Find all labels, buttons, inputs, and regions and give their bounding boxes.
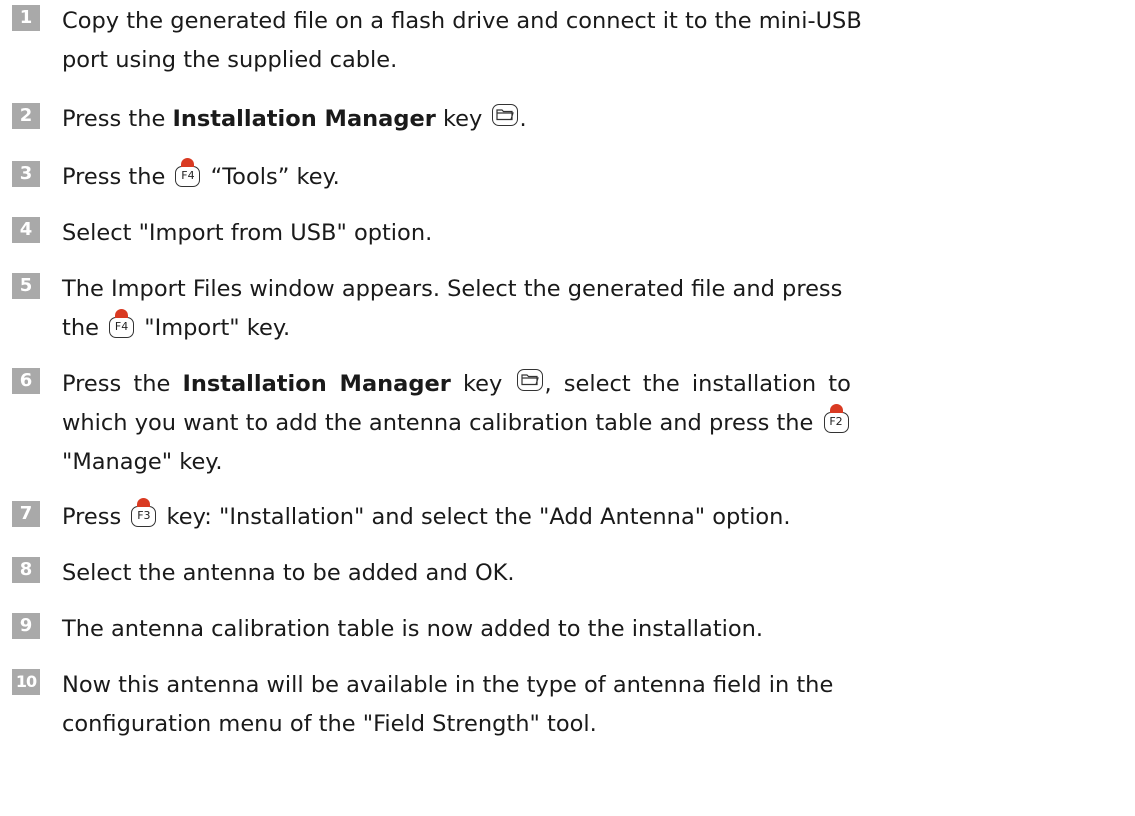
step-text: Copy the generated file on a flash drive… — [62, 2, 1124, 80]
step-text: The antenna calibration table is now add… — [62, 616, 764, 642]
text-run: . — [519, 106, 527, 132]
text-run: the — [62, 315, 99, 341]
text-run: key — [435, 106, 483, 132]
key-label: F2 — [829, 415, 843, 428]
text-run: key — [450, 371, 503, 397]
text-run: Press the — [62, 106, 173, 132]
key-label: F4 — [181, 169, 195, 182]
installation-manager-label: Installation Manager — [172, 106, 436, 132]
step-text: Select "Import from USB" option. — [62, 220, 433, 246]
step-number: 9 — [12, 613, 40, 639]
step-text: Press the F4 “Tools” key. — [62, 158, 1124, 197]
f2-key-icon: F2 — [823, 404, 849, 433]
step-number: 2 — [12, 103, 40, 129]
text-run: “Tools” key. — [210, 164, 340, 190]
step-number: 1 — [12, 5, 40, 31]
step-text: Press F3 key: "Installation" and select … — [62, 498, 1124, 537]
text-run: "Import" key. — [144, 315, 291, 341]
key-label: F3 — [137, 509, 151, 522]
f3-key-icon: F3 — [131, 498, 157, 527]
text-run: Press — [62, 504, 122, 530]
step-number: 6 — [12, 368, 40, 394]
step-text: Press the Installation Manager key , sel… — [62, 365, 1124, 482]
text-run: , select the installation to — [544, 371, 851, 397]
text-run: Press the — [62, 371, 183, 397]
text-run: Press the — [62, 164, 166, 190]
folder-key-icon — [516, 369, 543, 391]
text-line: Press the Installation Manager key , sel… — [62, 365, 1124, 404]
installation-manager-label: Installation Manager — [182, 371, 451, 397]
text-run: key: "Installation" and select the "Add … — [166, 504, 791, 530]
text-line: which you want to add the antenna calibr… — [62, 404, 1124, 443]
text-line: "Manage" key. — [62, 449, 223, 475]
text-line: The Import Files window appears. Select … — [62, 276, 843, 302]
text-line: port using the supplied cable. — [62, 47, 398, 73]
step-number: 7 — [12, 501, 40, 527]
key-label: F4 — [114, 320, 129, 333]
instruction-page: 1 Copy the generated file on a flash dri… — [0, 0, 1135, 816]
step-text: Now this antenna will be available in th… — [62, 666, 1124, 744]
f4-key-icon: F4 — [175, 158, 201, 187]
step-text: Select the antenna to be added and OK. — [62, 560, 515, 586]
step-number: 8 — [12, 557, 40, 583]
text-line: Now this antenna will be available in th… — [62, 672, 834, 698]
step-number: 5 — [12, 273, 40, 299]
text-line: Copy the generated file on a flash drive… — [62, 8, 862, 34]
step-number: 4 — [12, 217, 40, 243]
text-line: configuration menu of the "Field Strengt… — [62, 711, 597, 737]
step-number: 10 — [12, 669, 40, 695]
f4-key-icon: F4 — [109, 309, 135, 338]
text-run: which you want to add the antenna calibr… — [62, 410, 814, 436]
step-number: 3 — [12, 161, 40, 187]
folder-key-icon — [491, 104, 518, 126]
step-text: Press the Installation Manager key . — [62, 100, 1124, 139]
step-text: The Import Files window appears. Select … — [62, 270, 1124, 348]
text-line: the F4 "Import" key. — [62, 309, 1124, 348]
